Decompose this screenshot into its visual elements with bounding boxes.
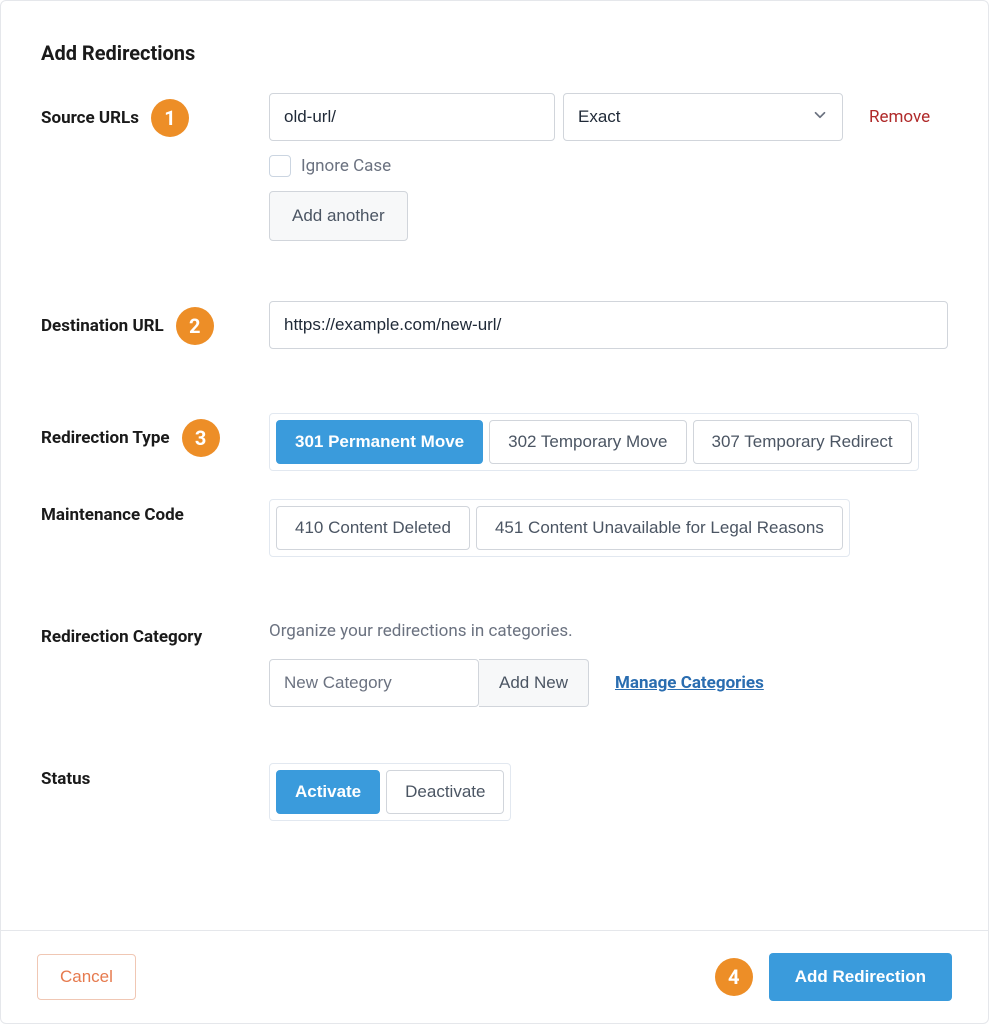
source-urls-label-col: Source URLs 1	[41, 93, 269, 137]
page-title: Add Redirections	[41, 41, 948, 65]
destination-label: Destination URL	[41, 316, 164, 336]
category-field: Organize your redirections in categories…	[269, 621, 948, 707]
category-help: Organize your redirections in categories…	[269, 621, 948, 641]
maintenance-label: Maintenance Code	[41, 505, 184, 525]
status-row: Status Activate Deactivate	[41, 763, 948, 821]
redirection-type-row: Redirection Type 3 301 Permanent Move 30…	[41, 413, 948, 471]
maintenance-field: 410 Content Deleted 451 Content Unavaila…	[269, 499, 948, 557]
redirection-type-group: 301 Permanent Move 302 Temporary Move 30…	[269, 413, 919, 471]
match-type-selected: Exact	[578, 107, 621, 127]
redirect-type-307[interactable]: 307 Temporary Redirect	[693, 420, 912, 464]
category-label: Redirection Category	[41, 627, 202, 647]
redirect-type-302[interactable]: 302 Temporary Move	[489, 420, 686, 464]
annotation-badge-3: 3	[182, 419, 220, 457]
redirect-type-301[interactable]: 301 Permanent Move	[276, 420, 483, 464]
redirection-type-label: Redirection Type	[41, 428, 170, 448]
match-type-select-wrap: Exact	[563, 93, 843, 141]
panel-footer: Cancel 4 Add Redirection	[1, 930, 988, 1023]
maintenance-group: 410 Content Deleted 451 Content Unavaila…	[269, 499, 850, 557]
category-label-col: Redirection Category	[41, 621, 269, 647]
add-redirection-button[interactable]: Add Redirection	[769, 953, 952, 1001]
source-url-line: Exact Remove	[269, 93, 948, 141]
status-field: Activate Deactivate	[269, 763, 948, 821]
source-urls-field: Exact Remove Ignore Case Add another	[269, 93, 948, 241]
panel-content: Add Redirections Source URLs 1 Exact	[1, 1, 988, 930]
annotation-badge-1: 1	[151, 99, 189, 137]
status-deactivate[interactable]: Deactivate	[386, 770, 504, 814]
status-activate[interactable]: Activate	[276, 770, 380, 814]
add-another-button[interactable]: Add another	[269, 191, 408, 241]
cancel-button[interactable]: Cancel	[37, 954, 136, 1000]
destination-label-col: Destination URL 2	[41, 301, 269, 345]
new-category-input[interactable]	[269, 659, 479, 707]
ignore-case-label: Ignore Case	[301, 156, 391, 176]
maintenance-label-col: Maintenance Code	[41, 499, 269, 525]
source-urls-row: Source URLs 1 Exact Remove	[41, 93, 948, 241]
add-new-category-button[interactable]: Add New	[479, 659, 589, 707]
source-url-input[interactable]	[269, 93, 555, 141]
category-row: Redirection Category Organize your redir…	[41, 621, 948, 707]
add-redirections-panel: Add Redirections Source URLs 1 Exact	[0, 0, 989, 1024]
ignore-case-row: Ignore Case	[269, 155, 948, 177]
source-urls-label: Source URLs	[41, 108, 139, 128]
annotation-badge-2: 2	[176, 307, 214, 345]
maint-451[interactable]: 451 Content Unavailable for Legal Reason…	[476, 506, 843, 550]
maintenance-row: Maintenance Code 410 Content Deleted 451…	[41, 499, 948, 557]
ignore-case-checkbox[interactable]	[269, 155, 291, 177]
status-label-col: Status	[41, 763, 269, 789]
maint-410[interactable]: 410 Content Deleted	[276, 506, 470, 550]
remove-source-link[interactable]: Remove	[869, 107, 930, 127]
redirection-type-field: 301 Permanent Move 302 Temporary Move 30…	[269, 413, 948, 471]
status-label: Status	[41, 769, 90, 789]
status-group: Activate Deactivate	[269, 763, 511, 821]
category-controls: Add New Manage Categories	[269, 659, 948, 707]
redirection-type-label-col: Redirection Type 3	[41, 413, 269, 457]
destination-field	[269, 301, 948, 349]
manage-categories-link[interactable]: Manage Categories	[615, 673, 764, 693]
destination-url-input[interactable]	[269, 301, 948, 349]
annotation-badge-4: 4	[715, 958, 753, 996]
footer-right: 4 Add Redirection	[715, 953, 952, 1001]
add-another-wrap: Add another	[269, 191, 948, 241]
destination-row: Destination URL 2	[41, 301, 948, 349]
match-type-select[interactable]: Exact	[563, 93, 843, 141]
